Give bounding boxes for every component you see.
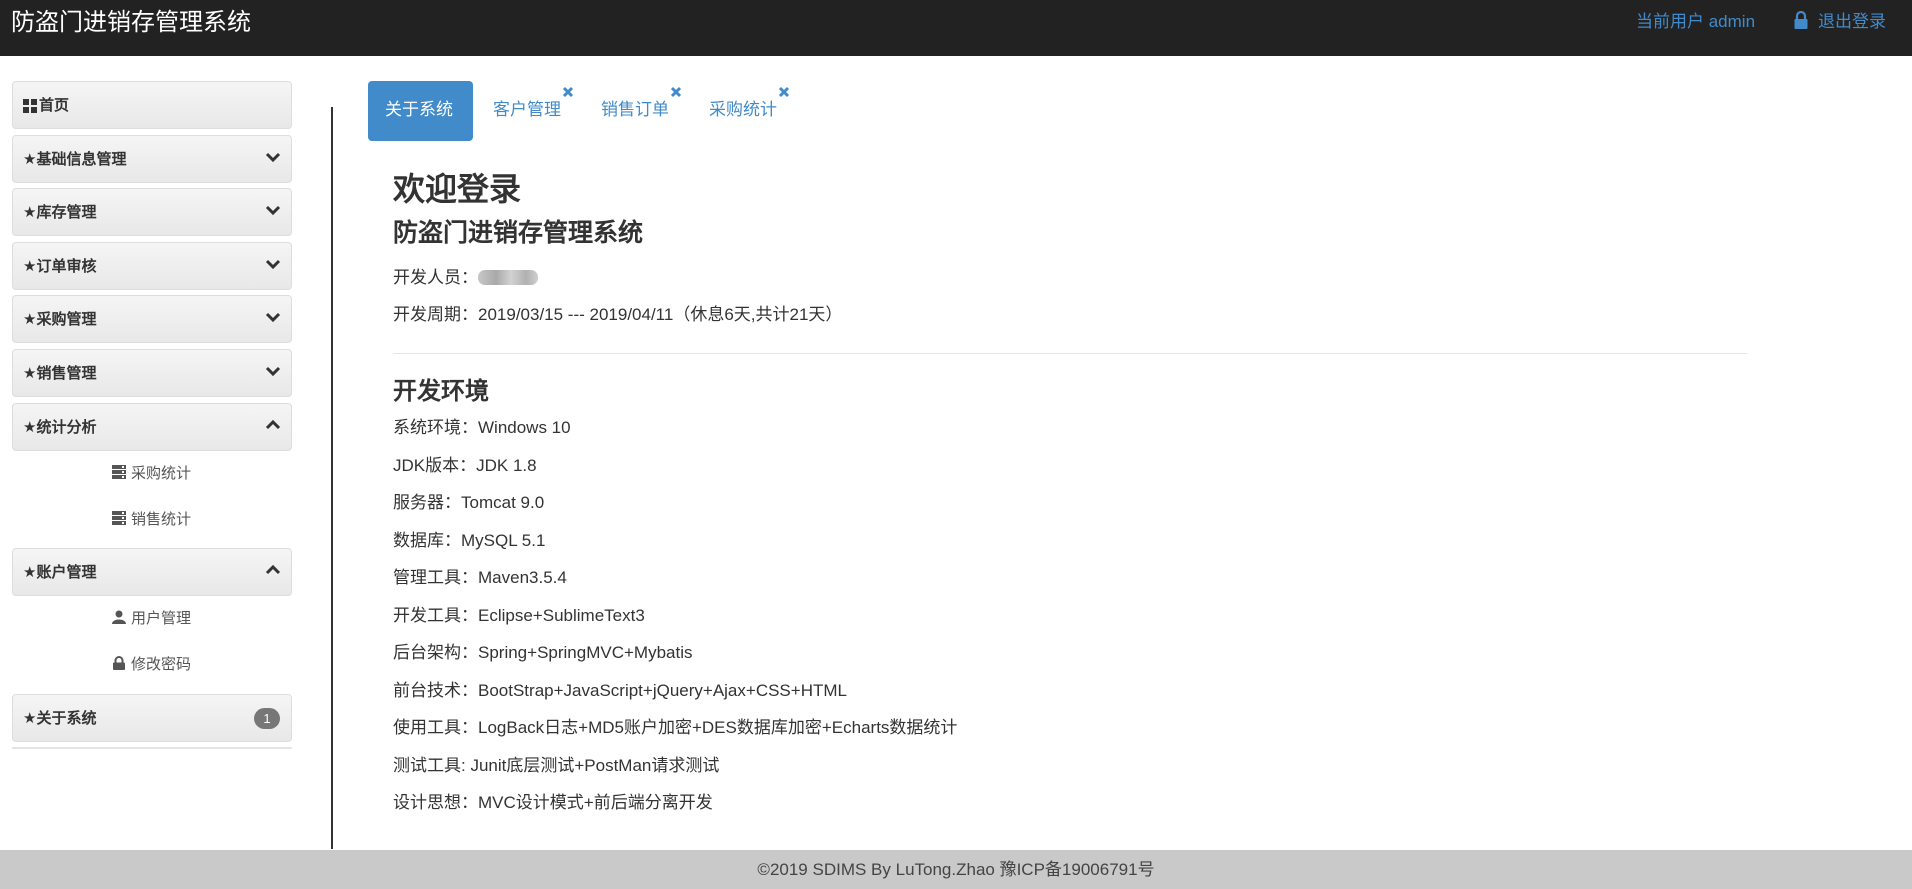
- env-line: 数据库：MySQL 5.1: [393, 531, 546, 550]
- developer-label: 开发人员：: [393, 268, 478, 287]
- sidebar-subitem-change-password[interactable]: 修改密码: [112, 656, 191, 674]
- sidebar-item-sales[interactable]: ★销售管理: [12, 349, 292, 397]
- sidebar-item-account[interactable]: ★账户管理: [12, 548, 292, 596]
- sidebar-item-basic-info[interactable]: ★基础信息管理: [12, 135, 292, 183]
- sidebar-item-label: ★库存管理: [23, 204, 97, 221]
- close-icon[interactable]: [778, 86, 790, 98]
- chevron-up-icon: [265, 419, 281, 430]
- sidebar-subitem-purchase-stats[interactable]: 采购统计: [112, 465, 191, 483]
- tab-about-system[interactable]: 关于系统: [368, 81, 473, 141]
- sidebar-divider: [12, 747, 292, 749]
- sidebar-item-about[interactable]: ★关于系统 1: [12, 694, 292, 742]
- section-divider: [393, 353, 1747, 354]
- environment-heading: 开发环境: [393, 378, 489, 405]
- sidebar-subitem-label: 采购统计: [131, 465, 192, 482]
- tab-label: 销售订单: [601, 100, 669, 119]
- env-line: 开发工具：Eclipse+SublimeText3: [393, 606, 645, 625]
- user-icon: [112, 610, 126, 624]
- sidebar-item-label: ★统计分析: [23, 419, 97, 436]
- server-icon: [112, 465, 126, 479]
- sidebar-subitem-label: 销售统计: [131, 511, 192, 528]
- env-line: 后台架构：Spring+SpringMVC+Mybatis: [393, 643, 693, 662]
- env-line: 前台技术：BootStrap+JavaScript+jQuery+Ajax+CS…: [393, 681, 847, 700]
- sidebar-subitem-label: 用户管理: [131, 610, 192, 627]
- env-line: 管理工具：Maven3.5.4: [393, 568, 567, 587]
- sidebar-subitem-user-management[interactable]: 用户管理: [112, 610, 191, 628]
- footer: ©2019 SDIMS By LuTong.Zhao 豫ICP备19006791…: [0, 850, 1912, 889]
- logout-link[interactable]: 退出登录: [1794, 11, 1886, 33]
- top-navbar: 防盗门进销存管理系统 当前用户 admin 退出登录: [0, 0, 1912, 56]
- sidebar-item-label: ★订单审核: [23, 258, 97, 275]
- development-period: 开发周期：2019/03/15 --- 2019/04/11（休息6天,共计21…: [393, 305, 843, 324]
- footer-copyright: ©2019 SDIMS By LuTong.Zhao 豫ICP备19006791…: [757, 860, 1155, 879]
- tab-label: 客户管理: [493, 100, 561, 119]
- sidebar-subitem-label: 修改密码: [131, 656, 192, 673]
- lock-icon: [1794, 11, 1808, 29]
- env-line: 系统环境：Windows 10: [393, 418, 571, 437]
- sidebar-item-inventory[interactable]: ★库存管理: [12, 188, 292, 236]
- tab-label: 采购统计: [709, 100, 777, 119]
- chevron-up-icon: [265, 564, 281, 575]
- logout-label: 退出登录: [1818, 12, 1886, 31]
- lock-icon: [113, 656, 125, 670]
- chevron-down-icon: [265, 366, 281, 377]
- sidebar-item-label: ★账户管理: [23, 564, 97, 581]
- sidebar-item-label: ★销售管理: [23, 365, 97, 382]
- env-line: 测试工具: Junit底层测试+PostMan请求测试: [393, 756, 720, 775]
- count-badge: 1: [254, 708, 280, 729]
- sidebar-item-label: 首页: [39, 97, 70, 114]
- sidebar-item-label: ★关于系统: [23, 710, 97, 727]
- sidebar-item-order-review[interactable]: ★订单审核: [12, 242, 292, 290]
- sidebar-item-purchase[interactable]: ★采购管理: [12, 295, 292, 343]
- close-icon[interactable]: [562, 86, 574, 98]
- content-divider: [331, 107, 333, 849]
- sidebar-item-statistics[interactable]: ★统计分析: [12, 403, 292, 451]
- welcome-heading: 欢迎登录: [393, 171, 522, 207]
- developer-line: 开发人员：: [393, 268, 538, 288]
- redacted-developer-name: [478, 270, 538, 285]
- env-line: 服务器：Tomcat 9.0: [393, 493, 545, 512]
- chevron-down-icon: [265, 259, 281, 270]
- chevron-down-icon: [265, 312, 281, 323]
- chevron-down-icon: [265, 152, 281, 163]
- env-line: JDK版本：JDK 1.8: [393, 456, 537, 475]
- close-icon[interactable]: [670, 86, 682, 98]
- sidebar-subitem-sales-stats[interactable]: 销售统计: [112, 511, 191, 529]
- chevron-down-icon: [265, 205, 281, 216]
- sidebar-item-home[interactable]: 首页: [12, 81, 292, 129]
- sidebar-item-label: ★采购管理: [23, 311, 97, 328]
- server-icon: [112, 511, 126, 525]
- sidebar-item-label: ★基础信息管理: [23, 151, 127, 168]
- dashboard-grid-icon: [23, 99, 37, 113]
- tab-label: 关于系统: [385, 100, 453, 119]
- env-line: 使用工具：LogBack日志+MD5账户加密+DES数据库加密+Echarts数…: [393, 718, 958, 737]
- current-user-link[interactable]: 当前用户 admin: [1636, 11, 1755, 33]
- app-brand[interactable]: 防盗门进销存管理系统: [11, 9, 251, 37]
- env-line: 设计思想：MVC设计模式+前后端分离开发: [393, 793, 713, 812]
- system-name-heading: 防盗门进销存管理系统: [393, 219, 644, 247]
